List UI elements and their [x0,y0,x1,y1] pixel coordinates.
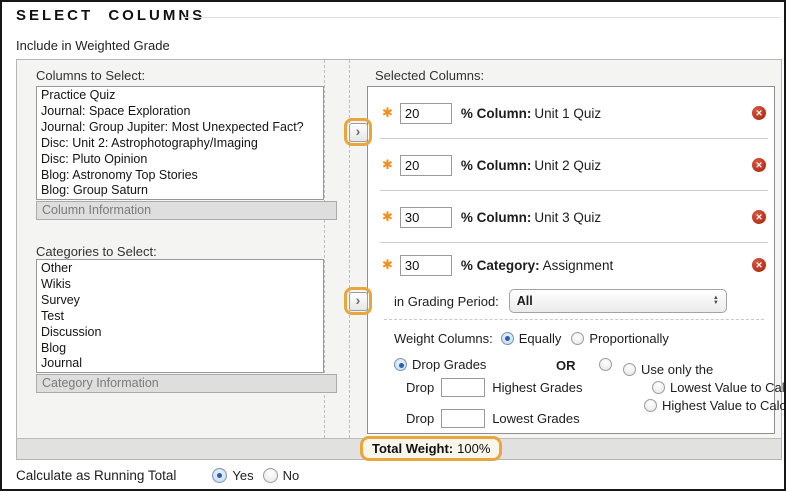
total-weight-bar: Total Weight: 100% [17,438,781,459]
running-total-label: Calculate as Running Total [16,468,176,483]
weight-input[interactable] [400,207,452,228]
running-total-row: Calculate as Running Total Yes No [16,468,308,483]
remove-row-icon[interactable]: ✕ [752,106,766,120]
lowest-grades-label: Lowest Grades [492,411,579,426]
required-asterisk-icon: ✱ [382,157,393,173]
list-item[interactable]: Discussion [37,325,323,341]
weighted-grade-selection-box: Columns to Select: Practice Quiz Journal… [16,59,782,460]
page-title: SELECT COLUMNS [16,7,205,24]
categories-to-select-listbox[interactable]: Other Wikis Survey Test Discussion Blog … [36,259,324,373]
use-only-label: Use only the [641,362,713,377]
row-type-label: % Column: [461,158,532,173]
grading-period-select[interactable]: All ▲ ▼ [509,289,727,313]
list-item[interactable]: Survey [37,293,323,309]
drop-highest-input[interactable] [441,378,485,397]
lowest-value-radio[interactable] [652,381,665,394]
move-categories-button[interactable]: › [349,292,368,311]
row-item-name: Unit 3 Quiz [534,210,601,225]
move-columns-callout: › [344,118,372,146]
weight-input[interactable] [400,155,452,176]
total-weight-value: 100% [457,441,490,456]
running-total-no-label: No [283,468,300,483]
categories-to-select-label: Categories to Select: [36,244,157,259]
row-type-label: % Category: [461,258,540,273]
row-item-name: Unit 2 Quiz [534,158,601,173]
weight-input[interactable] [400,255,452,276]
highest-value-label: Highest Value to Calculate [662,398,786,413]
list-item[interactable]: Disc: Pluto Opinion [37,152,323,168]
list-item[interactable]: Other [37,261,323,277]
required-asterisk-icon: ✱ [382,257,393,273]
row-item-name: Unit 1 Quiz [534,106,601,121]
drop-label: Drop [406,411,434,426]
weight-proportionally-radio[interactable] [571,332,584,345]
weight-input[interactable] [400,103,452,124]
weight-equally-radio[interactable] [501,332,514,345]
remove-row-icon[interactable]: ✕ [752,258,766,272]
list-item[interactable]: Practice Quiz [37,88,323,104]
row-type-label: % Column: [461,106,532,121]
gutter-divider-dashed [349,60,350,438]
selected-columns-label: Selected Columns: [375,68,484,83]
list-item[interactable]: Journal: Space Exploration [37,104,323,120]
list-item[interactable]: Journal [37,356,323,372]
running-total-yes-label: Yes [232,468,253,483]
drop-lowest-input[interactable] [441,409,485,428]
running-total-yes-radio[interactable] [212,468,227,483]
running-total-no-radio[interactable] [263,468,278,483]
drop-grades-radio[interactable] [394,358,407,371]
selected-row-unit-2-quiz: ✱ % Column:Unit 2 Quiz ✕ [368,139,774,191]
list-item[interactable]: Blog: Group Saturn [37,183,323,199]
columns-to-select-listbox[interactable]: Practice Quiz Journal: Space Exploration… [36,86,324,200]
selected-row-unit-1-quiz: ✱ % Column:Unit 1 Quiz ✕ [368,87,774,139]
drop-grades-section: Drop Grades OR Use only the Drop Highest… [394,356,766,440]
remove-row-icon[interactable]: ✕ [752,210,766,224]
highest-value-radio[interactable] [644,399,657,412]
drop-grades-label: Drop Grades [412,357,486,372]
row-type-label: % Column: [461,210,532,225]
required-asterisk-icon: ✱ [382,105,393,121]
select-columns-panel: SELECT COLUMNS Include in Weighted Grade… [0,0,786,491]
grading-period-value: All [517,294,713,308]
selected-columns-box: ✱ % Column:Unit 1 Quiz ✕ ✱ % Column:Unit… [367,86,775,434]
list-item[interactable]: Test [37,309,323,325]
use-only-option-radio[interactable] [599,358,612,371]
list-item[interactable]: Disc: Unit 2: Astrophotography/Imaging [37,136,323,152]
select-stepper-icon: ▲ ▼ [713,296,719,306]
or-label: OR [556,358,576,373]
weight-columns-label: Weight Columns: [394,331,493,346]
selected-row-category-assignment: ✱ % Category:Assignment ✕ in Grading Per… [368,243,774,440]
row-item-name: Assignment [543,258,614,273]
remove-row-icon[interactable]: ✕ [752,158,766,172]
column-information-bar[interactable]: Column Information [36,201,337,220]
list-item[interactable]: Blog [37,341,323,357]
list-item[interactable]: Journal: Group Jupiter: Most Unexpected … [37,120,323,136]
lowest-value-label: Lowest Value to Calculate [670,380,786,395]
drop-label: Drop [406,380,434,395]
grading-period-label: in Grading Period: [394,294,499,309]
move-columns-button[interactable]: › [349,123,368,142]
list-item[interactable]: Wikis [37,277,323,293]
include-in-weighted-grade-label: Include in Weighted Grade [16,38,170,53]
weight-equally-label: Equally [519,331,562,346]
columns-to-select-label: Columns to Select: [36,68,145,83]
chevron-right-icon: › [356,123,361,139]
highest-grades-label: Highest Grades [492,380,582,395]
list-item[interactable]: Blog: Astronomy Top Stories [37,168,323,184]
use-only-radio[interactable] [623,363,636,376]
required-asterisk-icon: ✱ [382,209,393,225]
title-divider [184,17,780,18]
total-weight-label: Total Weight: [372,441,453,456]
weight-proportionally-label: Proportionally [589,331,669,346]
move-categories-callout: › [344,287,372,315]
chevron-right-icon: › [356,292,361,308]
dashed-separator [384,319,764,320]
selected-row-unit-3-quiz: ✱ % Column:Unit 3 Quiz ✕ [368,191,774,243]
category-information-bar[interactable]: Category Information [36,374,337,393]
